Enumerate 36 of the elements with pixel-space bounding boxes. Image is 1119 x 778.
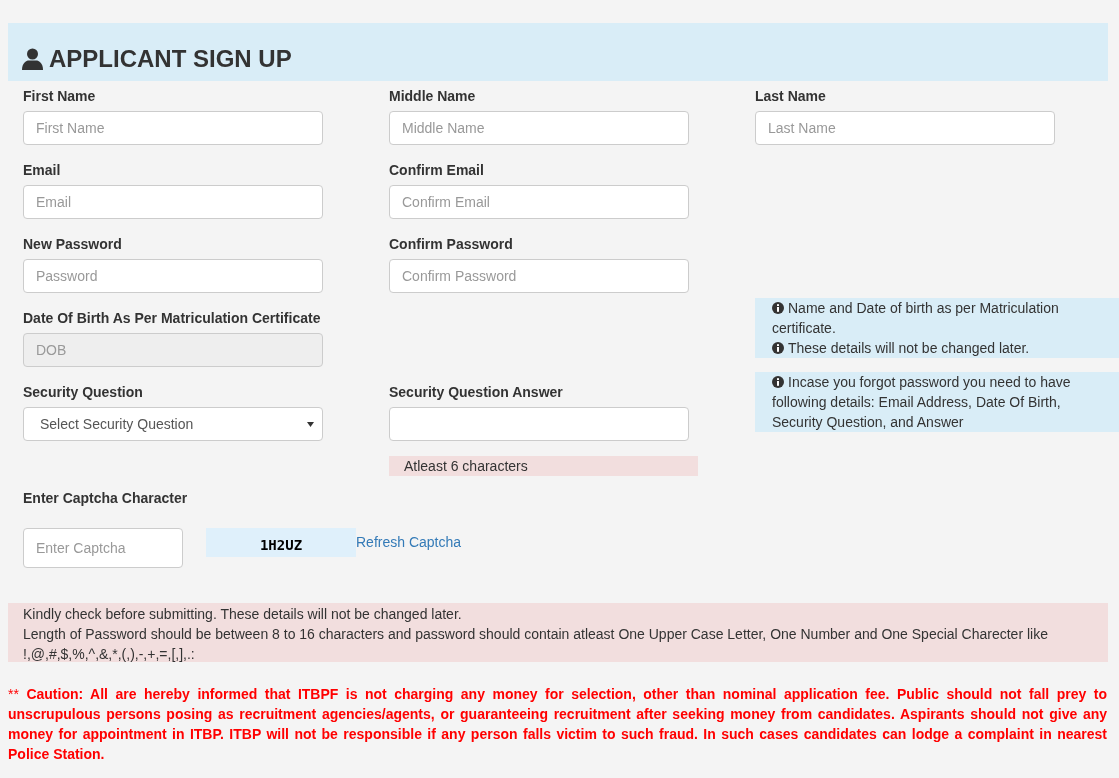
caret-icon — [307, 421, 314, 427]
info-icon — [772, 376, 784, 388]
input-field[interactable]: Password — [23, 259, 323, 293]
field-label: Confirm Email — [389, 161, 485, 180]
input-field[interactable]: Last Name — [755, 111, 1055, 145]
notice-text: Length of Password should be between 8 to 16 characters and password should contain atleast One Upper Case Letter, One Number and One Special Charecter like !,@,#,$,%,^,&,*,(,),-,+,=,[,],.: — [23, 625, 1049, 664]
info-icon — [772, 342, 784, 354]
field-label: Date Of Birth As Per Matriculation Certificate — [23, 309, 322, 328]
captcha-field[interactable]: Enter Captcha — [23, 528, 183, 568]
input-field[interactable] — [389, 407, 689, 441]
input-field[interactable]: Confirm Email — [389, 185, 689, 219]
page-title: APPLICANT SIGN UP — [49, 45, 292, 73]
input-field[interactable]: Email — [23, 185, 323, 219]
field-label: Email — [23, 161, 62, 180]
field-label: Confirm Password — [389, 235, 514, 254]
info-text: These details will not be changed later. — [772, 338, 1109, 358]
info-text: Incase you forgot password you need to have following details: Email Address, Date Of Birth, Security Question, and Answer — [772, 373, 1072, 432]
info-icon — [772, 302, 784, 314]
security-question-select[interactable]: Select Security Question — [23, 407, 323, 441]
notice-text: Kindly check before submitting. These details will not be changed later. — [23, 605, 463, 624]
caution-text: ** Caution: All are hereby informed that ITBPF is not charging any money for selection, other than nominal application fee. Public should not fall prey to unscrupulous persons posing as recruitment agencies/agents, or guaranteeing recruitment after seeking money from candidates. Aspirants should not give any money for appointment in ITBP. ITBP will not be responsible if any person falls victim to such fraud. In such cases candidates can lodge a complaint in nearest Police Station. — [8, 685, 1108, 764]
input-field[interactable]: Confirm Password — [389, 259, 689, 293]
field-label: Security Question — [23, 383, 144, 402]
field-label: New Password — [23, 235, 123, 254]
input-field[interactable]: Middle Name — [389, 111, 689, 145]
field-label: Enter Captcha Character — [23, 489, 188, 508]
info-text: Name and Date of birth as per Matriculation certificate. — [772, 299, 1060, 338]
person-icon — [22, 48, 43, 70]
input-field[interactable]: First Name — [23, 111, 323, 145]
field-label: Middle Name — [389, 87, 477, 106]
field-label: Last Name — [755, 87, 827, 106]
refresh-captcha-link[interactable]: Refresh Captcha — [356, 534, 462, 550]
captcha-code: 1H2UZ — [206, 528, 356, 557]
field-hint: Atleast 6 characters — [389, 456, 698, 476]
field-label: Security Question Answer — [389, 383, 564, 402]
field-label: First Name — [23, 87, 97, 106]
